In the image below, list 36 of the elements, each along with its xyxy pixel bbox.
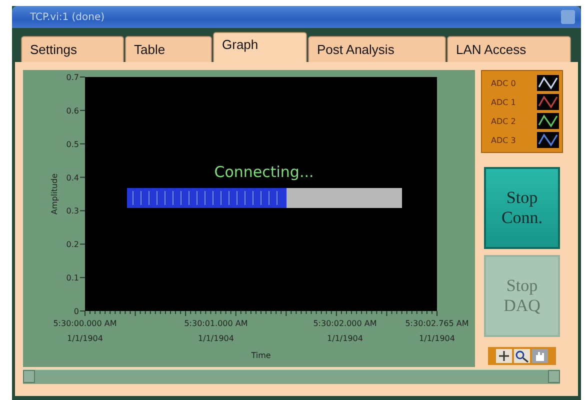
y-tick-label: 0.4 bbox=[66, 173, 79, 182]
y-tick-label: 0 bbox=[74, 307, 79, 316]
x-axis-label: Time bbox=[251, 351, 271, 360]
scroll-left-button[interactable] bbox=[23, 370, 35, 383]
scrollbar[interactable] bbox=[23, 369, 560, 384]
y-axis-label: Amplitude bbox=[50, 174, 59, 214]
tab[interactable]: Post Analysis bbox=[308, 36, 446, 62]
x-tick-date: 1/1/1904 bbox=[419, 334, 455, 343]
x-tick-date: 1/1/1904 bbox=[67, 334, 103, 343]
tab[interactable]: Settings bbox=[21, 36, 124, 62]
legend-label: ADC 3 bbox=[490, 136, 516, 144]
zoom-icon[interactable] bbox=[514, 349, 530, 363]
y-tick-label: 0.2 bbox=[66, 240, 79, 250]
x-tick-time: 5:30:02.765 AM bbox=[405, 319, 469, 328]
tab[interactable]: Graph bbox=[213, 32, 307, 62]
x-tick-date: 1/1/1904 bbox=[327, 334, 363, 343]
x-tick-time: 5:30:00.000 AM bbox=[53, 319, 117, 328]
y-tick-label: 0.3 bbox=[66, 206, 79, 216]
legend-label: ADC 0 bbox=[490, 78, 516, 88]
crosshair-icon[interactable] bbox=[496, 349, 512, 363]
x-tick-time: 5:30:01.000 AM bbox=[184, 319, 248, 328]
tab[interactable]: LAN Access bbox=[447, 36, 571, 62]
tab[interactable]: Table bbox=[125, 36, 212, 62]
y-tick-label: 0.5 bbox=[66, 140, 79, 149]
y-tick-label: 0.1 bbox=[66, 274, 79, 283]
stop-button[interactable]: Stop Conn. bbox=[484, 167, 560, 249]
status-text: Connecting... bbox=[214, 163, 314, 181]
y-tick-label: 0.6 bbox=[66, 106, 79, 116]
x-tick-date: 1/1/1904 bbox=[198, 334, 234, 343]
legend-label: ADC 2 bbox=[490, 116, 516, 126]
y-tick-label: 0.7 bbox=[66, 73, 79, 82]
scroll-right-button[interactable] bbox=[548, 370, 560, 383]
x-tick-time: 5:30:02.000 AM bbox=[313, 319, 377, 328]
wave-icon[interactable] bbox=[537, 113, 559, 129]
window-title: TCP.vi:1 (done) bbox=[30, 12, 105, 22]
legend-label: ADC 1 bbox=[490, 98, 516, 106]
